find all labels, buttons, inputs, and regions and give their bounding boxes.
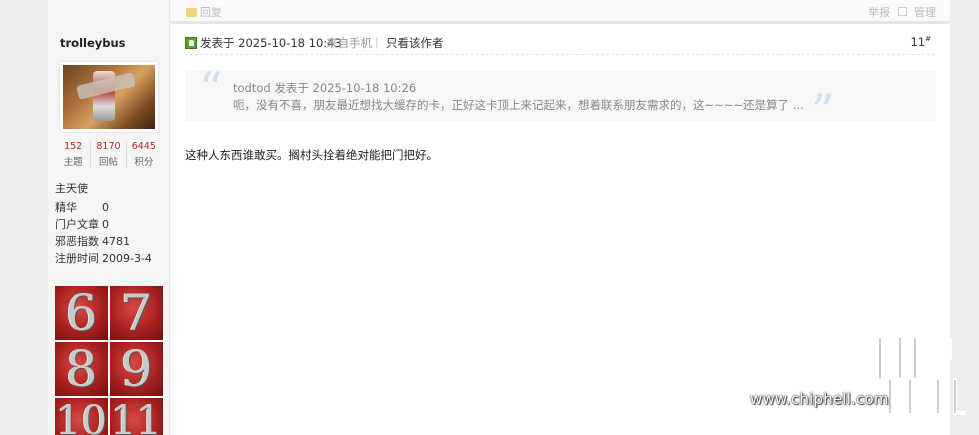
info-row-register-date: 注册时间 2009-3-4 (55, 250, 152, 267)
stat-points-value: 6445 (131, 141, 156, 152)
medal-list: 6 7 8 9 10 11 (55, 286, 163, 435)
post-source: 来自手机 (326, 36, 372, 50)
header-divider: | (375, 35, 379, 48)
post-header: 发表于 2025-10-18 10:43 来自手机 | 只看该作者 11# (185, 35, 935, 55)
user-group[interactable]: 主天使 (55, 180, 88, 196)
stat-threads-label: 主题 (63, 157, 83, 168)
quote-text: 呃，没有不喜，朋友最近想找大缓存的卡，正好这卡顶上来记起来，想着联系朋友需求的，… (233, 98, 804, 112)
author-username[interactable]: trolleybus (60, 36, 126, 50)
info-key: 注册时间 (55, 252, 99, 265)
info-row-evil-index: 邪恶指数 4781 (55, 233, 152, 250)
stat-threads[interactable]: 152 主题 (56, 141, 92, 168)
info-value: 0 (102, 218, 109, 231)
watermark-site: www.chiphell.com (750, 390, 889, 408)
quote-close-icon: ” (811, 84, 835, 138)
info-value: 0 (102, 201, 109, 214)
stat-replies-label: 回帖 (98, 157, 118, 168)
floor-mark: # (925, 35, 931, 44)
online-status-icon (185, 37, 197, 49)
stat-replies[interactable]: 8170 回帖 (91, 141, 127, 168)
medal-badge[interactable]: 6 (55, 286, 108, 340)
quote-open-icon: “ (199, 62, 223, 116)
avatar-image (63, 65, 155, 129)
author-stats: 152 主题 8170 回帖 6445 积分 (56, 141, 161, 168)
previous-post-footer (170, 0, 950, 24)
reply-icon (186, 7, 197, 17)
info-key: 精华 (55, 201, 77, 214)
chiphell-watermark: www.chiphell.com (750, 318, 970, 418)
report-link[interactable]: 举报 (868, 4, 890, 20)
medal-badge[interactable]: 11 (110, 398, 163, 435)
floor-number[interactable]: 11# (910, 35, 931, 49)
stat-threads-value: 152 (64, 141, 83, 152)
author-info: 精华 0 门户文章 0 邪恶指数 4781 注册时间 2009-3-4 (55, 199, 152, 267)
info-value: 2009-3-4 (102, 252, 152, 265)
manage-link[interactable]: 管理 (914, 4, 936, 20)
medal-badge[interactable]: 9 (110, 342, 163, 396)
quote-author[interactable]: todtod 发表于 2025-10-18 10:26 (233, 80, 416, 96)
manage-checkbox[interactable] (898, 7, 907, 16)
quote-block: “ todtod 发表于 2025-10-18 10:26 呃，没有不喜，朋友最… (185, 66, 936, 134)
reply-button[interactable]: 回复 (186, 4, 222, 20)
info-key: 邪恶指数 (55, 235, 99, 248)
stat-points[interactable]: 6445 积分 (127, 141, 161, 168)
stat-replies-value: 8170 (96, 141, 121, 152)
medal-badge[interactable]: 8 (55, 342, 108, 396)
stat-points-label: 积分 (134, 157, 154, 168)
info-row-digest: 精华 0 (55, 199, 152, 216)
info-key: 门户文章 (55, 218, 99, 231)
avatar[interactable] (60, 62, 158, 132)
floor-number-value: 11 (910, 35, 926, 49)
post-time: 发表于 2025-10-18 10:43 (200, 36, 342, 50)
reply-label: 回复 (200, 6, 222, 19)
only-author-link[interactable]: 只看该作者 (386, 35, 444, 51)
medal-badge[interactable]: 7 (110, 286, 163, 340)
info-value: 4781 (102, 235, 130, 248)
info-row-articles: 门户文章 0 (55, 216, 152, 233)
medal-badge[interactable]: 10 (55, 398, 108, 435)
post-content: 这种人东西谁敢买。搁村头拴着绝对能把门把好。 (185, 148, 438, 162)
